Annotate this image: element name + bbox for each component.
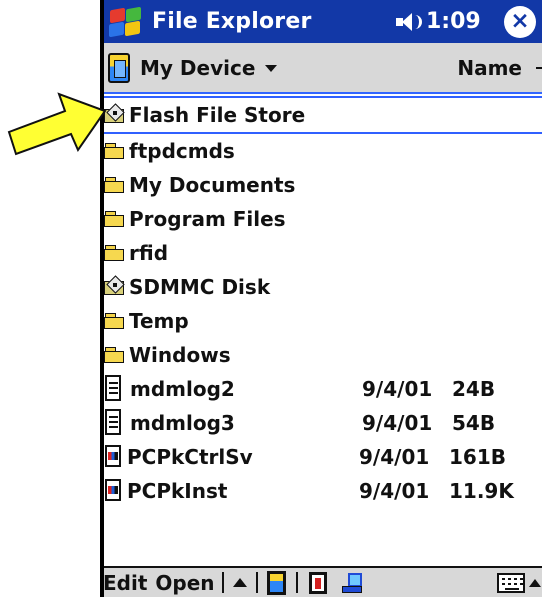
program-icon bbox=[104, 479, 124, 503]
command-bar: Edit Open bbox=[100, 566, 542, 597]
file-date: 9/4/01 bbox=[359, 479, 430, 503]
folder-icon bbox=[104, 176, 126, 194]
file-name: Program Files bbox=[129, 207, 286, 231]
folder-icon bbox=[104, 142, 126, 160]
file-row-rfid[interactable]: rfid bbox=[100, 236, 542, 270]
file-name: SDMMC Disk bbox=[129, 275, 271, 299]
file-name: Windows bbox=[129, 343, 231, 367]
close-button[interactable]: × bbox=[504, 5, 536, 38]
location-dropdown-label[interactable]: My Device bbox=[140, 56, 255, 80]
file-name: Flash File Store bbox=[129, 103, 306, 127]
file-row-flash-file-store[interactable]: Flash File Store bbox=[100, 96, 542, 134]
device-icon[interactable] bbox=[108, 52, 130, 83]
windows-logo-icon[interactable] bbox=[108, 6, 142, 37]
storage-card-button-icon[interactable] bbox=[308, 571, 327, 594]
file-row-program-files[interactable]: Program Files bbox=[100, 202, 542, 236]
file-row-my-documents[interactable]: My Documents bbox=[100, 168, 542, 202]
file-row-mdmlog3[interactable]: mdmlog3 9/4/01 54B bbox=[100, 406, 542, 440]
file-date: 9/4/01 bbox=[362, 377, 433, 401]
folder-icon bbox=[104, 312, 126, 330]
file-name: mdmlog3 bbox=[130, 411, 235, 435]
file-row-sdmmc-disk[interactable]: SDMMC Disk bbox=[100, 270, 542, 304]
storage-card-icon bbox=[104, 103, 126, 124]
file-name: mdmlog2 bbox=[130, 377, 235, 401]
file-name: Temp bbox=[129, 309, 189, 333]
edit-menu[interactable]: Edit bbox=[103, 571, 147, 595]
file-list[interactable]: Flash File Store ftpdcmds My Documents P… bbox=[100, 96, 542, 566]
document-icon bbox=[104, 409, 124, 437]
file-size: 161B bbox=[449, 445, 506, 469]
file-name: rfid bbox=[129, 241, 169, 265]
toolbar-divider bbox=[295, 572, 298, 593]
file-size: 24B bbox=[452, 377, 496, 401]
pocketpc-screen: File Explorer 1:09 × My Device Name Flas… bbox=[100, 0, 542, 597]
toolbar-divider bbox=[221, 572, 224, 593]
app-title: File Explorer bbox=[152, 9, 312, 34]
file-size: 11.9K bbox=[449, 479, 514, 503]
program-icon bbox=[104, 445, 124, 469]
folder-icon bbox=[104, 244, 126, 262]
keyboard-menu-arrow-icon[interactable] bbox=[529, 578, 541, 587]
network-button-icon[interactable] bbox=[341, 571, 366, 595]
file-row-mdmlog2[interactable]: mdmlog2 9/4/01 24B bbox=[100, 372, 542, 406]
clock-time[interactable]: 1:09 bbox=[426, 9, 484, 34]
file-date: 9/4/01 bbox=[362, 411, 433, 435]
device-left-border bbox=[100, 0, 104, 597]
file-name: ftpdcmds bbox=[129, 139, 235, 163]
device-button-icon[interactable] bbox=[266, 570, 286, 595]
file-name: My Documents bbox=[129, 173, 296, 197]
file-row-pcpkinst[interactable]: PCPkInst 9/4/01 11.9K bbox=[100, 474, 542, 508]
chevron-down-icon[interactable] bbox=[265, 65, 278, 72]
speaker-icon[interactable] bbox=[394, 10, 422, 34]
screenshot-stage: File Explorer 1:09 × My Device Name Flas… bbox=[0, 0, 542, 597]
open-menu[interactable]: Open bbox=[155, 571, 214, 595]
keyboard-icon[interactable] bbox=[497, 572, 525, 593]
file-row-pcpkctrlsv[interactable]: PCPkCtrlSv 9/4/01 161B bbox=[100, 440, 542, 474]
file-size: 54B bbox=[452, 411, 496, 435]
file-date: 9/4/01 bbox=[359, 445, 430, 469]
sort-dropdown-partial-icon[interactable] bbox=[536, 66, 542, 69]
file-name: PCPkCtrlSv bbox=[127, 445, 253, 469]
sort-dropdown-label[interactable]: Name bbox=[457, 56, 522, 80]
file-row-temp[interactable]: Temp bbox=[100, 304, 542, 338]
folder-icon bbox=[104, 346, 126, 364]
storage-card-icon bbox=[104, 275, 126, 296]
title-bar: File Explorer 1:09 × bbox=[100, 0, 542, 43]
toolbar-divider bbox=[255, 572, 258, 593]
file-name: PCPkInst bbox=[127, 479, 228, 503]
document-icon bbox=[104, 375, 124, 403]
file-row-ftpdcmds[interactable]: ftpdcmds bbox=[100, 134, 542, 168]
location-bar: My Device Name bbox=[100, 43, 542, 94]
folder-icon bbox=[104, 210, 126, 228]
file-row-windows[interactable]: Windows bbox=[100, 338, 542, 372]
up-arrow-icon[interactable] bbox=[232, 578, 247, 587]
